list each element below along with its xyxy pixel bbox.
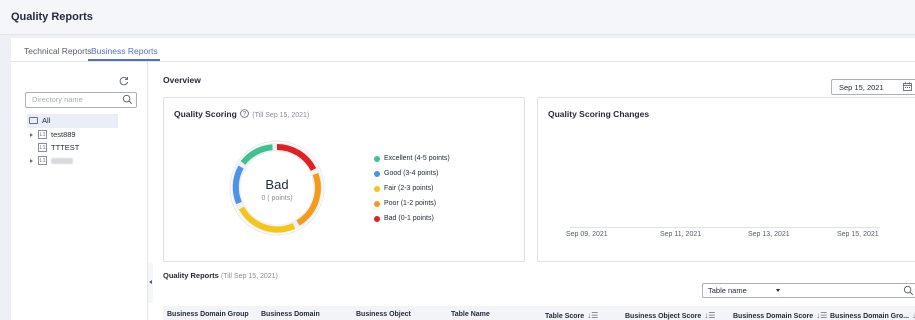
column-header-label: Business Domain Score xyxy=(733,313,814,320)
quality-scoring-title: Quality Scoring xyxy=(174,109,237,119)
tree-item-tttest[interactable]: L1 TTTEST xyxy=(38,141,79,154)
tab-technical-reports[interactable]: Technical Reports xyxy=(24,46,92,56)
legend-item-poor: Poor (1-2 points) xyxy=(374,196,450,211)
folder-icon xyxy=(29,117,38,124)
legend-dot-icon xyxy=(374,170,380,177)
legend-label: Bad (0-1 points) xyxy=(384,215,434,222)
collapse-arrow-icon[interactable] xyxy=(149,280,152,284)
x-axis-label: Sep 09, 2021 xyxy=(566,231,608,238)
quality-reports-title: Quality Reports xyxy=(163,271,219,280)
refresh-icon[interactable] xyxy=(119,76,129,86)
title-bar: Quality Reports xyxy=(0,0,915,35)
column-header-label: Table Name xyxy=(451,311,490,318)
level-badge-icon: L1 xyxy=(38,143,47,152)
page-title: Quality Reports xyxy=(11,11,93,23)
column-header: Business Object xyxy=(356,311,411,318)
tree-item-label: test889 xyxy=(51,130,76,139)
search-icon[interactable] xyxy=(122,94,133,105)
sort-icon[interactable]: ↓☰ xyxy=(816,311,827,320)
tree-item-blurred[interactable]: L1 xyxy=(30,154,73,167)
legend-label: Poor (1-2 points) xyxy=(384,200,437,207)
column-header: Table Name xyxy=(451,311,490,318)
directory-search[interactable] xyxy=(25,92,137,108)
tree-item-label: All xyxy=(42,116,51,125)
sort-icon[interactable]: ↓☰ xyxy=(587,311,598,320)
active-tab-indicator xyxy=(88,59,160,61)
legend-label: Fair (2-3 points) xyxy=(384,185,434,192)
column-header-sortable[interactable]: Business Domain Gro...↓☰ xyxy=(830,311,915,320)
score-points: 0 ( points) xyxy=(261,195,293,202)
legend-dot-icon xyxy=(374,200,380,207)
legend-label: Good (3-4 points) xyxy=(384,170,439,177)
column-header: Business Domain Group xyxy=(167,311,249,318)
redacted-label xyxy=(51,157,73,164)
table-search-input[interactable] xyxy=(783,283,915,298)
x-axis-line xyxy=(570,227,880,228)
column-header-label: Business Object Score xyxy=(625,313,702,320)
legend-dot-icon xyxy=(374,155,380,162)
quality-scoring-subtitle: (Till Sep 15, 2021) xyxy=(252,112,310,119)
legend-dot-icon xyxy=(374,215,380,222)
score-legend: Excellent (4-5 points) Good (3-4 points)… xyxy=(374,151,450,226)
filter-field-select[interactable]: Table name xyxy=(702,283,784,298)
quality-reports-header: Quality Reports (Till Sep 15, 2021) xyxy=(163,271,278,280)
column-header-sortable[interactable]: Business Domain Score ↓☰ xyxy=(733,311,827,320)
scoring-changes-title: Quality Scoring Changes xyxy=(548,109,650,119)
quality-scoring-header: Quality Scoring ? (Till Sep 15, 2021) xyxy=(174,109,309,119)
level-badge-icon: L1 xyxy=(38,130,47,139)
column-header-label: Table Score xyxy=(545,313,585,320)
quality-scoring-card: Quality Scoring ? (Till Sep 15, 2021) Ba… xyxy=(163,97,525,262)
column-header-label: Business Domain Group xyxy=(167,311,249,318)
overview-title: Overview xyxy=(163,75,201,85)
score-rating: Bad xyxy=(265,177,289,192)
legend-item-excellent: Excellent (4-5 points) xyxy=(374,151,450,166)
column-header-label: Business Object xyxy=(356,311,411,318)
directory-search-input[interactable] xyxy=(26,93,117,105)
quality-reports-subtitle: (Till Sep 15, 2021) xyxy=(220,273,278,280)
filter-field-value: Table name xyxy=(708,286,747,295)
x-axis-label: Sep 11, 2021 xyxy=(660,231,702,238)
tree-item-label: TTTEST xyxy=(51,143,80,152)
legend-item-fair: Fair (2-3 points) xyxy=(374,181,450,196)
date-picker[interactable]: Sep 15, 2021 xyxy=(831,79,915,95)
column-header-label: Business Domain xyxy=(261,311,320,318)
search-icon[interactable] xyxy=(903,285,914,296)
date-value: Sep 15, 2021 xyxy=(839,83,884,92)
tree-item-test889[interactable]: L1 test889 xyxy=(30,128,76,141)
column-header-sortable[interactable]: Business Object Score ↓☰ xyxy=(625,311,715,320)
help-icon[interactable]: ? xyxy=(240,109,249,118)
expand-caret-icon[interactable] xyxy=(30,158,33,163)
level-badge-icon: L1 xyxy=(38,156,47,165)
legend-item-bad: Bad (0-1 points) xyxy=(374,211,450,226)
column-header: Business Domain xyxy=(261,311,320,318)
tree-item-all[interactable]: All xyxy=(29,114,50,127)
sort-icon[interactable]: ↓☰ xyxy=(704,311,715,320)
column-header-sortable[interactable]: Table Score ↓☰ xyxy=(545,311,598,320)
x-axis-label: Sep 13, 2021 xyxy=(748,231,790,238)
legend-label: Excellent (4-5 points) xyxy=(384,155,450,162)
legend-item-good: Good (3-4 points) xyxy=(374,166,450,181)
tab-business-reports[interactable]: Business Reports xyxy=(91,46,158,56)
expand-caret-icon[interactable] xyxy=(30,132,33,137)
legend-dot-icon xyxy=(374,185,380,192)
calendar-icon[interactable] xyxy=(903,82,912,91)
column-header-label: Business Domain Gro... xyxy=(830,313,909,320)
x-axis-label: Sep 15, 2021 xyxy=(837,231,879,238)
chevron-down-icon xyxy=(776,289,780,292)
